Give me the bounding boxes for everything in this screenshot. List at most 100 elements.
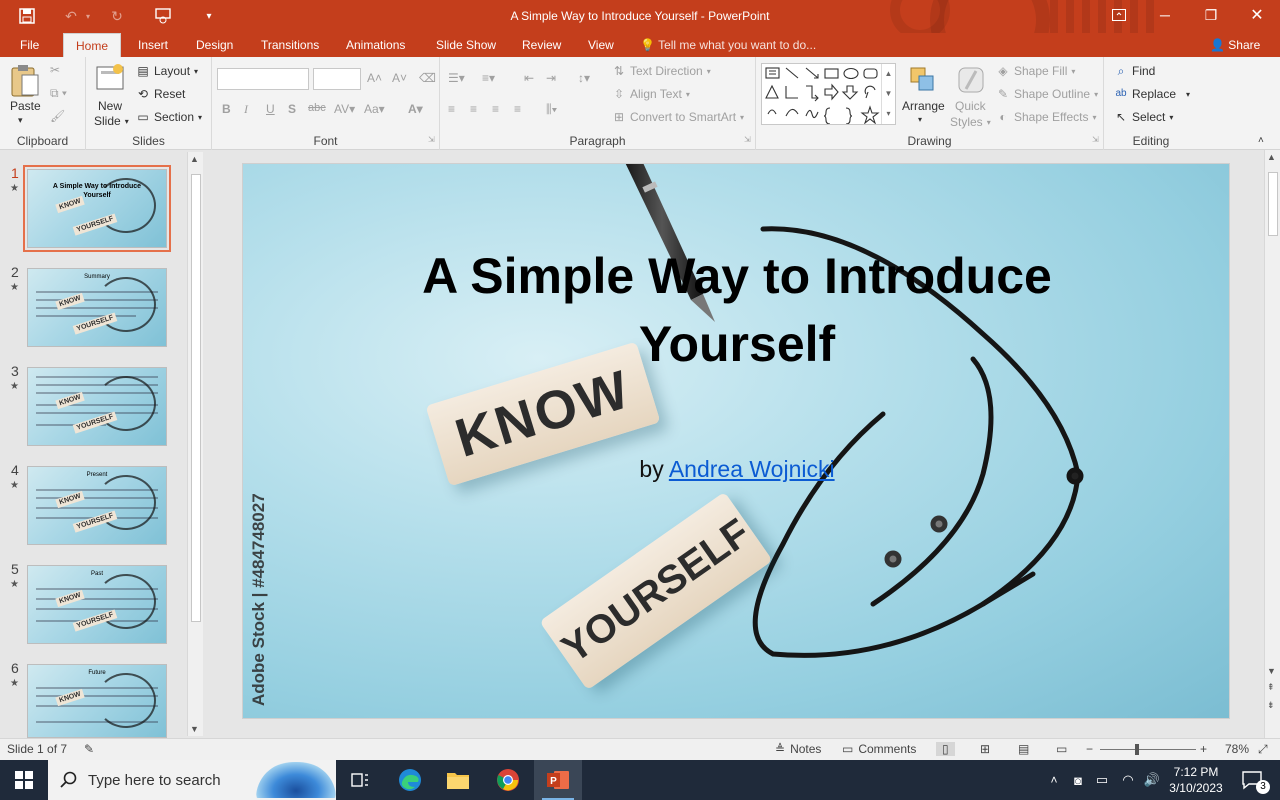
decrease-indent-icon[interactable]: ⇤ (524, 71, 534, 85)
italic-icon[interactable]: I (244, 102, 248, 117)
taskbar-search-box[interactable]: Type here to search (48, 760, 336, 800)
reading-view-icon[interactable]: ▤ (1018, 742, 1029, 756)
volume-icon[interactable]: 🔊 (1140, 760, 1164, 800)
numbering-icon[interactable]: ≡▾ (482, 71, 495, 85)
slide-thumbnail-4[interactable]: Present KNOW YOURSELF (27, 466, 167, 545)
tab-animations[interactable]: Animations (338, 33, 413, 57)
edge-browser-icon[interactable] (386, 760, 434, 800)
scroll-down-icon[interactable]: ▼ (1267, 666, 1276, 676)
bold-icon[interactable]: B (222, 102, 231, 116)
slide-sorter-icon[interactable]: ⊞ (980, 742, 990, 756)
notes-button[interactable]: ≜ Notes (775, 742, 821, 756)
select-button[interactable]: ↖ Select ▾ (1114, 110, 1173, 124)
meet-now-icon[interactable]: ◙ (1066, 760, 1090, 800)
arrange-icon[interactable] (908, 65, 938, 98)
tab-home[interactable]: Home (63, 33, 121, 57)
copy-icon[interactable]: ⧉ ▾ (50, 86, 67, 101)
slide-thumbnail-1[interactable]: A Simple Way to Introduce Yourself KNOW … (23, 165, 171, 252)
shape-outline-button[interactable]: ✎ Shape Outline ▾ (996, 87, 1098, 101)
section-button[interactable]: ▭ Section ▾ (136, 110, 202, 124)
find-button[interactable]: ⌕ Find (1114, 64, 1156, 78)
gallery-scroll[interactable]: ▲ ▼ ▾ (881, 64, 895, 124)
fit-to-window-icon[interactable]: ⤢ (1258, 742, 1268, 757)
bullets-icon[interactable]: ☰▾ (448, 71, 465, 85)
zoom-slider[interactable] (1100, 749, 1196, 750)
text-direction-button[interactable]: ⇅ Text Direction ▾ (612, 64, 711, 78)
next-slide-icon[interactable]: ⇟ (1267, 700, 1275, 711)
thumbnail-scrollbar[interactable]: ▲ ▼ (187, 152, 203, 736)
paste-button[interactable] (10, 63, 40, 102)
tab-review[interactable]: Review (514, 33, 569, 57)
notifications-icon[interactable]: 3 (1232, 760, 1272, 800)
current-slide[interactable]: KNOW YOURSELF A Simple Way to Introduce … (242, 163, 1230, 719)
restore-icon[interactable]: ❐ (1188, 0, 1234, 30)
align-text-button[interactable]: ⇳ Align Text ▾ (612, 87, 690, 101)
chrome-icon[interactable] (484, 760, 532, 800)
font-name-combo[interactable] (217, 68, 309, 90)
author-link[interactable]: Andrea Wojnicki (669, 456, 835, 482)
comments-button[interactable]: ▭ Comments (842, 742, 916, 756)
tell-me-box[interactable]: 💡 Tell me what you want to do... (640, 33, 816, 57)
tab-view[interactable]: View (580, 33, 622, 57)
slide-thumbnail-3[interactable]: KNOW YOURSELF (27, 367, 167, 446)
taskbar-clock[interactable]: 7:12 PM 3/10/2023 (1164, 764, 1228, 796)
tab-design[interactable]: Design (188, 33, 241, 57)
scroll-up-icon[interactable]: ▲ (190, 154, 199, 164)
close-icon[interactable]: ✕ (1234, 0, 1280, 30)
scroll-down-icon[interactable]: ▼ (190, 724, 199, 734)
increase-indent-icon[interactable]: ⇥ (546, 71, 556, 85)
battery-icon[interactable]: ▭ (1090, 760, 1114, 800)
strikethrough-icon[interactable]: abc (308, 102, 326, 114)
new-slide-label-1[interactable]: New (98, 99, 122, 113)
zoom-level[interactable]: 78% (1225, 742, 1249, 756)
quick-styles-icon[interactable] (956, 65, 986, 98)
slide-subtitle[interactable]: by Andrea Wojnicki (583, 456, 891, 483)
start-button[interactable] (0, 760, 48, 800)
tab-transitions[interactable]: Transitions (253, 33, 327, 57)
ribbon-display-options-icon[interactable] (1096, 0, 1142, 30)
task-view-icon[interactable] (336, 760, 384, 800)
tab-file[interactable]: File (12, 33, 47, 57)
wifi-icon[interactable]: ◠ (1116, 760, 1140, 800)
file-explorer-icon[interactable] (434, 760, 482, 800)
new-slide-button[interactable]: Slide ▾ (94, 114, 129, 128)
previous-slide-icon[interactable]: ⇞ (1267, 682, 1275, 693)
normal-view-icon[interactable]: ▯ (936, 742, 955, 756)
shape-effects-button[interactable]: ◐ Shape Effects ▾ (996, 110, 1096, 124)
zoom-slider-handle[interactable] (1135, 744, 1139, 755)
paste-label[interactable]: Paste (10, 99, 41, 113)
quick-styles-button[interactable]: Styles ▾ (950, 115, 991, 129)
align-left-icon[interactable]: ≡ (448, 102, 455, 116)
slide-thumbnail-5[interactable]: Past KNOW YOURSELF (27, 565, 167, 644)
paste-dropdown-icon[interactable]: ▾ (18, 115, 23, 126)
show-hidden-icons-icon[interactable]: ˄ (1042, 760, 1066, 800)
quick-styles-label-1[interactable]: Quick (955, 99, 986, 113)
minimize-icon[interactable]: ─ (1142, 0, 1188, 30)
decrease-font-size-icon[interactable]: A˅ (392, 71, 407, 85)
powerpoint-taskbar-icon[interactable]: P (534, 760, 582, 800)
columns-icon[interactable]: ⫼▾ (546, 102, 557, 117)
scroll-up-icon[interactable]: ▲ (1267, 152, 1276, 162)
align-right-icon[interactable]: ≡ (492, 102, 499, 116)
font-size-combo[interactable] (313, 68, 361, 90)
arrange-dropdown-icon[interactable]: ▾ (918, 115, 922, 124)
align-center-icon[interactable]: ≡ (470, 102, 477, 116)
cut-icon[interactable]: ✂ (50, 63, 60, 77)
replace-button[interactable]: ab Replace ▾ (1114, 87, 1190, 101)
format-painter-icon[interactable]: 🖌 (50, 109, 65, 123)
scrollbar-thumb[interactable] (191, 174, 201, 622)
change-case-icon[interactable]: Aa▾ (364, 102, 385, 116)
arrange-label[interactable]: Arrange (902, 99, 945, 113)
zoom-in-icon[interactable]: + (1200, 742, 1207, 756)
layout-button[interactable]: ▤ Layout ▾ (136, 64, 198, 78)
reset-button[interactable]: ⟲ Reset (136, 87, 185, 101)
shape-fill-button[interactable]: ◈ Shape Fill ▾ (996, 64, 1075, 78)
slide-thumbnail-2[interactable]: Summary KNOW YOURSELF (27, 268, 167, 347)
convert-smartart-button[interactable]: ⊞ Convert to SmartArt ▾ (612, 110, 744, 124)
slide-thumbnail-6[interactable]: Future KNOW (27, 664, 167, 738)
new-slide-icon[interactable] (94, 62, 126, 97)
share-button[interactable]: 👤 Share (1210, 33, 1260, 57)
justify-icon[interactable]: ≡ (514, 102, 521, 116)
clear-formatting-icon[interactable]: ⌫ (419, 71, 436, 85)
tab-insert[interactable]: Insert (130, 33, 176, 57)
